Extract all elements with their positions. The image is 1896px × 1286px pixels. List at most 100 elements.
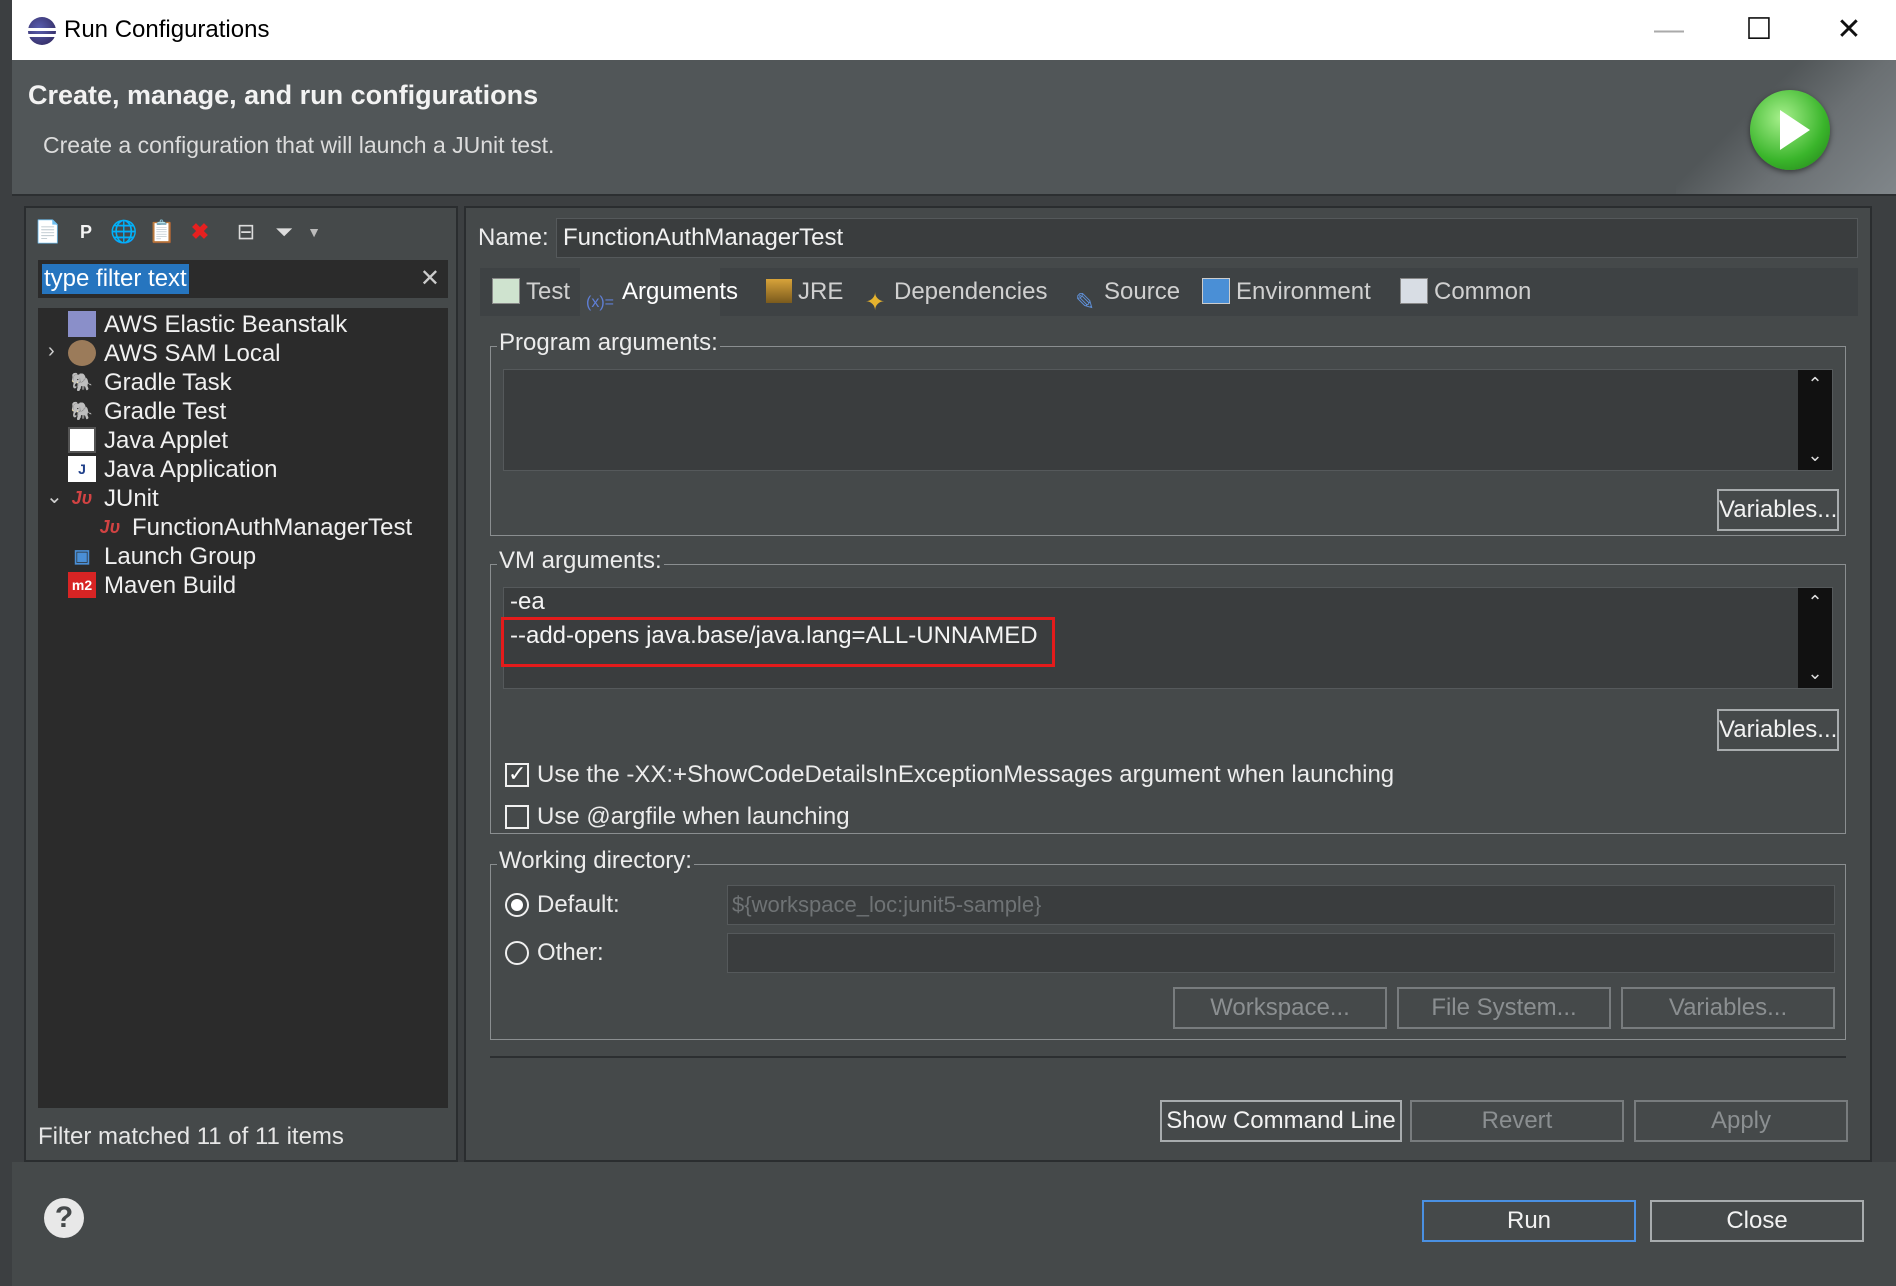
- filter-status-text: Filter matched 11 of 11 items: [38, 1123, 344, 1150]
- filter-icon[interactable]: ⏷: [270, 218, 298, 246]
- working-directory-legend: Working directory:: [497, 847, 694, 875]
- title-bar: Run Configurations — ☐ ✕: [12, 0, 1896, 60]
- common-icon: [1400, 277, 1428, 304]
- program-arguments-group: Program arguments: ⌃ ⌄ Variables...: [490, 329, 1846, 536]
- scroll-up-icon[interactable]: ⌃: [1798, 374, 1832, 395]
- configuration-list-panel: 📄 P 🌐 📋 ✖ ⊟ ⏷ ▼ type filter text ✕ AWS E…: [24, 206, 458, 1162]
- gradle-elephant-icon: 🐘: [70, 371, 94, 392]
- other-radio[interactable]: [505, 941, 529, 965]
- collapse-all-icon[interactable]: ⊟: [232, 218, 260, 246]
- tree-item-label: AWS Elastic Beanstalk: [104, 311, 348, 338]
- show-command-line-button[interactable]: Show Command Line: [1160, 1100, 1402, 1142]
- name-field-value[interactable]: FunctionAuthManagerTest: [563, 224, 843, 252]
- launch-group-icon: ▣: [73, 545, 91, 566]
- clear-filter-icon[interactable]: ✕: [420, 264, 440, 293]
- tab-label: Arguments: [622, 278, 739, 305]
- window-title: Run Configurations: [64, 16, 270, 43]
- program-arguments-scrollbar[interactable]: ⌃ ⌄: [1798, 370, 1832, 470]
- new-configuration-icon[interactable]: 📄: [34, 218, 62, 246]
- vm-arguments-legend: VM arguments:: [497, 547, 664, 575]
- tab-jre[interactable]: JRE: [766, 268, 843, 316]
- other-directory-field[interactable]: [727, 933, 1835, 973]
- view-menu-chevron-down-icon[interactable]: ▼: [300, 218, 328, 246]
- beanstalk-icon: [68, 310, 96, 337]
- name-field[interactable]: FunctionAuthManagerTest: [556, 218, 1858, 258]
- name-label: Name:: [478, 224, 549, 251]
- tree-item-label: Gradle Test: [104, 398, 227, 425]
- tab-label: Dependencies: [894, 278, 1048, 305]
- jre-books-icon: [766, 278, 792, 303]
- argfile-checkbox[interactable]: [505, 805, 529, 829]
- tab-label: Common: [1434, 278, 1532, 305]
- run-button[interactable]: Run: [1422, 1200, 1636, 1242]
- configuration-editor-panel: Name: FunctionAuthManagerTest Test (x)= A…: [464, 206, 1872, 1162]
- environment-icon: [1202, 277, 1230, 304]
- show-code-details-label[interactable]: Use the -XX:+ShowCodeDetailsInExceptionM…: [537, 761, 1394, 789]
- tree-item-label: Java Application: [104, 456, 278, 483]
- vm-arguments-group: VM arguments: -ea --add-opens java.base/…: [490, 547, 1846, 834]
- tab-arguments[interactable]: (x)= Arguments: [580, 268, 738, 316]
- configuration-tree: AWS Elastic Beanstalk › AWS SAM Local 🐘 G…: [38, 308, 448, 1108]
- default-label[interactable]: Default:: [537, 891, 620, 919]
- tree-item-label: Gradle Task: [104, 369, 232, 396]
- scroll-down-icon[interactable]: ⌄: [1798, 445, 1832, 466]
- tree-item-label: JUnit: [104, 485, 159, 512]
- header-divider: [12, 194, 1896, 196]
- working-directory-group: Working directory: Default: ${workspace_…: [490, 847, 1846, 1040]
- scroll-up-icon[interactable]: ⌃: [1798, 592, 1832, 613]
- vm-arguments-line-1[interactable]: -ea: [510, 588, 545, 616]
- default-directory-value: ${workspace_loc:junit5-sample}: [732, 892, 1042, 917]
- program-arguments-textarea[interactable]: ⌃ ⌄: [503, 369, 1833, 471]
- tab-test[interactable]: Test: [492, 268, 570, 316]
- tree-item-label: AWS SAM Local: [104, 340, 281, 367]
- show-code-details-checkbox[interactable]: [505, 761, 529, 787]
- duplicate-configuration-icon[interactable]: 📋: [148, 218, 176, 246]
- scroll-down-icon[interactable]: ⌄: [1798, 663, 1832, 684]
- revert-button[interactable]: Revert: [1410, 1100, 1624, 1142]
- run-banner-icon: [1750, 90, 1830, 170]
- tree-item-label: Java Applet: [104, 427, 229, 454]
- header-subtitle: Create a configuration that will launch …: [43, 132, 555, 158]
- tab-label: Test: [526, 278, 571, 305]
- file-system-button[interactable]: File System...: [1397, 987, 1611, 1029]
- program-variables-button[interactable]: Variables...: [1717, 489, 1839, 531]
- workspace-button[interactable]: Workspace...: [1173, 987, 1387, 1029]
- apply-button[interactable]: Apply: [1634, 1100, 1848, 1142]
- header-title: Create, manage, and run configurations: [28, 80, 539, 110]
- argfile-label[interactable]: Use @argfile when launching: [537, 803, 850, 831]
- tree-item-maven-build[interactable]: m2 Maven Build: [68, 569, 236, 603]
- maximize-button[interactable]: ☐: [1714, 0, 1804, 60]
- filter-input-text[interactable]: type filter text: [42, 264, 189, 294]
- vm-arguments-scrollbar[interactable]: ⌃ ⌄: [1798, 588, 1832, 688]
- help-icon[interactable]: ?: [44, 1198, 84, 1238]
- tab-environment[interactable]: Environment: [1202, 268, 1371, 316]
- chevron-right-icon[interactable]: ›: [48, 340, 55, 363]
- tab-common[interactable]: Common: [1400, 268, 1531, 316]
- program-arguments-legend: Program arguments:: [497, 329, 720, 357]
- filter-input[interactable]: type filter text ✕: [38, 260, 448, 298]
- tab-label: JRE: [798, 278, 844, 305]
- other-label[interactable]: Other:: [537, 939, 604, 967]
- java-applet-icon: [68, 426, 96, 453]
- minimize-button[interactable]: —: [1624, 0, 1714, 60]
- working-dir-variables-button[interactable]: Variables...: [1621, 987, 1835, 1029]
- junit-icon: Jᴜ: [71, 487, 93, 508]
- delete-configuration-icon[interactable]: ✖: [186, 218, 214, 246]
- maven-m2-icon: m2: [68, 571, 96, 598]
- close-window-button[interactable]: ✕: [1804, 0, 1894, 60]
- tab-source[interactable]: ✎ Source: [1072, 268, 1180, 316]
- tree-item-label: Maven Build: [104, 572, 237, 599]
- dependencies-icon: ✦: [864, 288, 886, 316]
- vm-variables-button[interactable]: Variables...: [1717, 709, 1839, 751]
- sam-squirrel-icon: [68, 339, 96, 366]
- default-radio[interactable]: [505, 893, 529, 917]
- tree-item-label: FunctionAuthManagerTest: [132, 514, 413, 541]
- chevron-down-icon[interactable]: ⌄: [46, 484, 63, 509]
- new-prototype-icon[interactable]: P: [72, 218, 100, 246]
- export-configuration-icon[interactable]: 🌐: [110, 218, 138, 246]
- tab-dependencies[interactable]: ✦ Dependencies: [862, 268, 1048, 316]
- arguments-tab-icon: (x)=: [586, 293, 614, 311]
- junit-icon: Jᴜ: [99, 516, 121, 537]
- editor-divider: [490, 1056, 1846, 1058]
- close-button[interactable]: Close: [1650, 1200, 1864, 1242]
